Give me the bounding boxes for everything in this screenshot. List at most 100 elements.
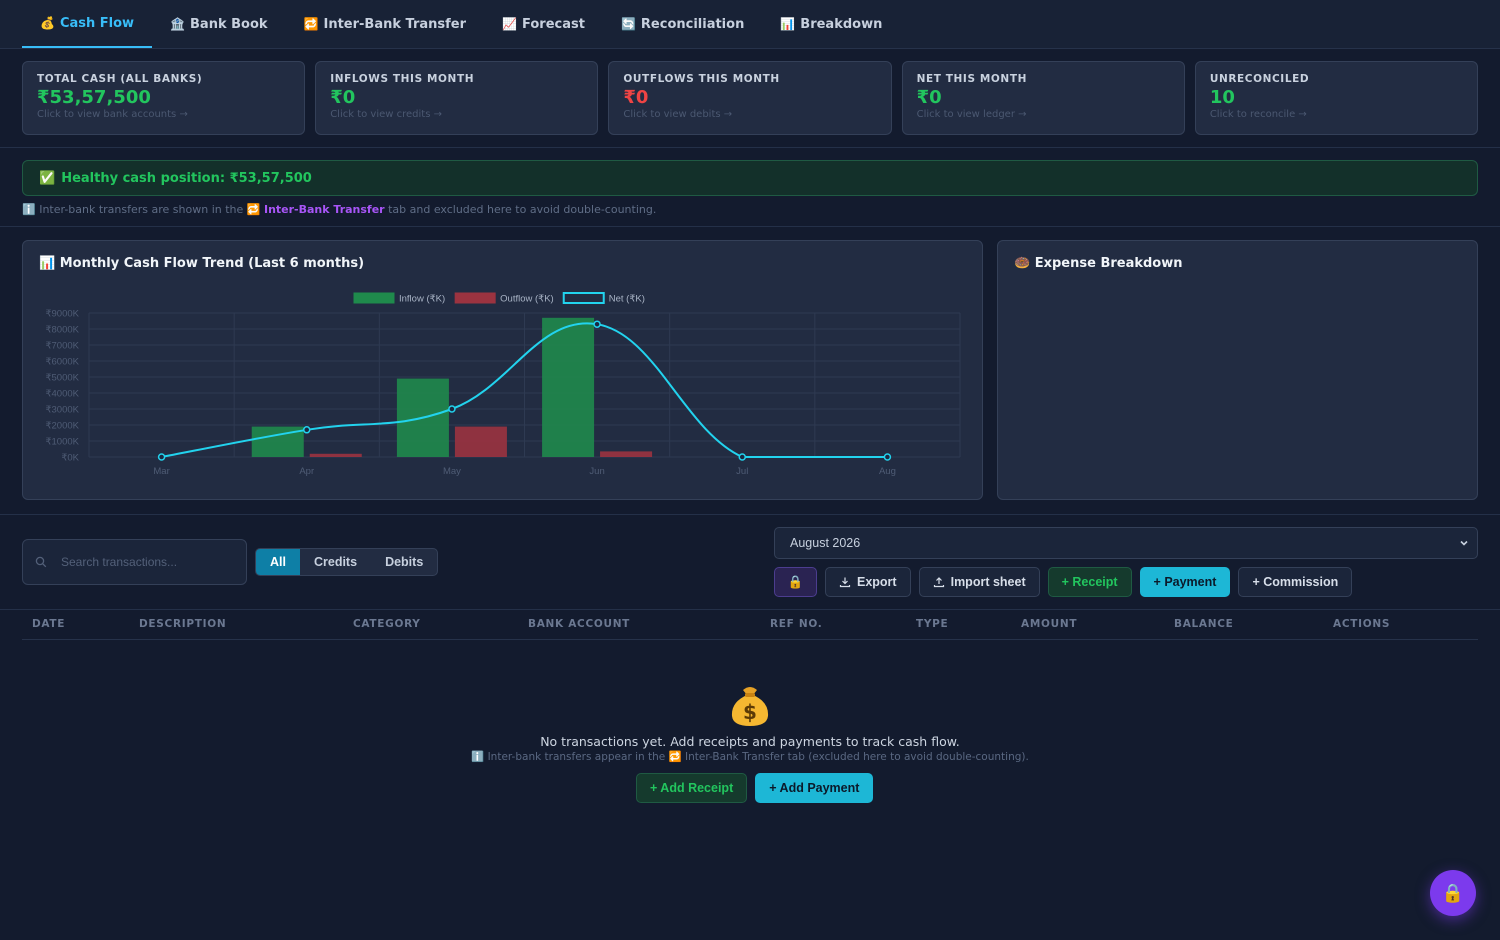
col-ref-no[interactable]: Ref No.: [770, 618, 822, 630]
x-tick-label: Aug: [879, 466, 896, 477]
legend-label: Inflow (₹K): [399, 294, 445, 305]
month-value: August 2026: [790, 536, 861, 550]
bar-inflow: [542, 317, 595, 457]
col-actions: Actions: [1333, 618, 1391, 630]
legend-swatch: [454, 292, 496, 304]
empty-actions: + Add Receipt + Add Payment: [636, 773, 874, 803]
lock-button[interactable]: 🔒: [774, 567, 817, 597]
divider: [0, 147, 1500, 148]
legend-label: Outflow (₹K): [500, 294, 554, 305]
net-point: [303, 426, 311, 434]
donut-icon: 🍩: [1014, 256, 1031, 271]
filter-credits[interactable]: Credits: [300, 549, 371, 575]
kpi-total-cash[interactable]: Total Cash (All Banks) ₹53,57,500 Click …: [22, 61, 306, 135]
search-box[interactable]: [22, 539, 247, 585]
search-input[interactable]: [61, 555, 231, 569]
kpi-hint: Click to view ledger →: [916, 109, 1027, 120]
repeat-icon: 🔁: [246, 203, 261, 216]
net-point: [448, 405, 456, 413]
x-tick-label: Jul: [736, 466, 748, 477]
tab-label: Breakdown: [800, 16, 883, 32]
tab-bank-book[interactable]: 🏦 Bank Book: [152, 0, 285, 48]
add-commission-button[interactable]: + Commission: [1238, 567, 1353, 597]
tab-forecast[interactable]: 📈 Forecast: [484, 0, 603, 48]
kpi-label: Outflows This Month: [623, 73, 780, 85]
kpi-label: Total Cash (All Banks): [37, 73, 203, 85]
add-payment-button[interactable]: + Payment: [1139, 567, 1231, 597]
kpi-hint: Click to view debits →: [623, 109, 733, 120]
tab-label: Reconciliation: [640, 16, 745, 32]
empty-add-payment-button[interactable]: + Add Payment: [755, 773, 874, 803]
cash-flow-trend-panel: 📊 Monthly Cash Flow Trend (Last 6 months…: [22, 240, 983, 500]
kpi-label: Unreconciled: [1209, 73, 1310, 85]
bar-outflow: [309, 453, 362, 457]
bar-outflow: [454, 426, 507, 457]
col-bank-account[interactable]: Bank Account: [528, 618, 630, 630]
x-tick-label: Jun: [589, 466, 604, 477]
net-point: [883, 453, 892, 461]
filter-debits[interactable]: Debits: [371, 549, 437, 575]
search-icon: [35, 556, 47, 568]
kpi-hint: Click to view bank accounts →: [37, 109, 188, 120]
col-date[interactable]: Date: [32, 618, 65, 630]
health-text: Healthy cash position: ₹53,57,500: [61, 170, 312, 186]
add-receipt-button[interactable]: + Receipt: [1047, 567, 1132, 597]
download-icon: [839, 577, 851, 588]
col-type[interactable]: Type: [916, 618, 948, 630]
inter-bank-transfer-link[interactable]: Inter-Bank Transfer: [264, 203, 385, 216]
import-sheet-button[interactable]: Import sheet: [918, 567, 1040, 597]
export-button[interactable]: Export: [825, 567, 911, 597]
bar-outflow: [600, 451, 653, 457]
tab-label: Cash Flow: [59, 15, 135, 31]
kpi-net[interactable]: Net This Month ₹0 Click to view ledger →: [901, 61, 1185, 135]
bar-chart-icon: 📊: [780, 17, 796, 31]
kpi-unreconciled[interactable]: Unreconciled 10 Click to reconcile →: [1194, 61, 1479, 135]
kpi-hint: Click to view credits →: [330, 109, 442, 120]
tab-breakdown[interactable]: 📊 Breakdown: [762, 0, 900, 48]
tab-label: Inter-Bank Transfer: [323, 16, 467, 32]
empty-add-receipt-button[interactable]: + Add Receipt: [636, 773, 748, 803]
lock-fab-button[interactable]: 🔒: [1430, 870, 1476, 916]
svg-text:$: $: [743, 700, 757, 724]
divider: [0, 514, 1500, 515]
col-amount[interactable]: Amount: [1021, 618, 1077, 630]
kpi-hint: Click to reconcile →: [1209, 109, 1307, 120]
y-tick-label: ₹1000K: [45, 437, 79, 448]
x-tick-label: May: [443, 466, 461, 477]
col-description[interactable]: Description: [139, 618, 226, 630]
inter-bank-note: ℹ️ Inter-bank transfers are shown in the…: [22, 203, 656, 216]
empty-subtext: ℹ️ Inter-bank transfers appear in the 🔁 …: [471, 751, 1029, 763]
kpi-label: Inflows This Month: [330, 73, 475, 85]
x-tick-label: Apr: [299, 466, 314, 477]
col-balance[interactable]: Balance: [1174, 618, 1234, 630]
import-label: Import sheet: [950, 575, 1026, 589]
kpi-value: ₹53,57,500: [37, 87, 151, 108]
kpi-inflows[interactable]: Inflows This Month ₹0 Click to view cred…: [315, 61, 599, 135]
filter-all[interactable]: All: [256, 549, 300, 575]
chart-up-icon: 📈: [502, 17, 517, 31]
action-buttons: 🔒 Export Import sheet + Receipt + Paymen…: [774, 567, 1353, 597]
y-tick-label: ₹3000K: [45, 405, 79, 416]
tab-inter-bank-transfer[interactable]: 🔁 Inter-Bank Transfer: [286, 0, 485, 48]
y-tick-label: ₹6000K: [45, 357, 79, 368]
y-tick-label: ₹4000K: [45, 389, 79, 400]
legend-label: Net (₹K): [609, 294, 645, 305]
x-tick-label: Mar: [153, 466, 169, 477]
bank-icon: 🏦: [170, 17, 186, 31]
kpi-value: ₹0: [623, 87, 649, 108]
tab-reconciliation[interactable]: 🔄 Reconciliation: [603, 0, 762, 48]
kpi-outflows[interactable]: Outflows This Month ₹0 Click to view deb…: [608, 61, 892, 135]
lock-icon: 🔒: [787, 574, 804, 589]
kpi-label: Net This Month: [916, 73, 1027, 85]
y-tick-label: ₹7000K: [45, 341, 79, 352]
month-select[interactable]: August 2026: [774, 527, 1478, 559]
money-bag-icon: $: [725, 680, 775, 730]
note-suffix: tab and excluded here to avoid double-co…: [388, 203, 657, 216]
col-category[interactable]: Category: [353, 618, 421, 630]
net-point: [593, 320, 601, 328]
y-tick-label: ₹8000K: [45, 325, 79, 336]
kpi-value: 10: [1209, 87, 1235, 108]
tab-cash-flow[interactable]: 💰 Cash Flow: [22, 0, 153, 48]
note-prefix: Inter-bank transfers are shown in the: [39, 203, 244, 216]
empty-message: No transactions yet. Add receipts and pa…: [540, 734, 960, 749]
